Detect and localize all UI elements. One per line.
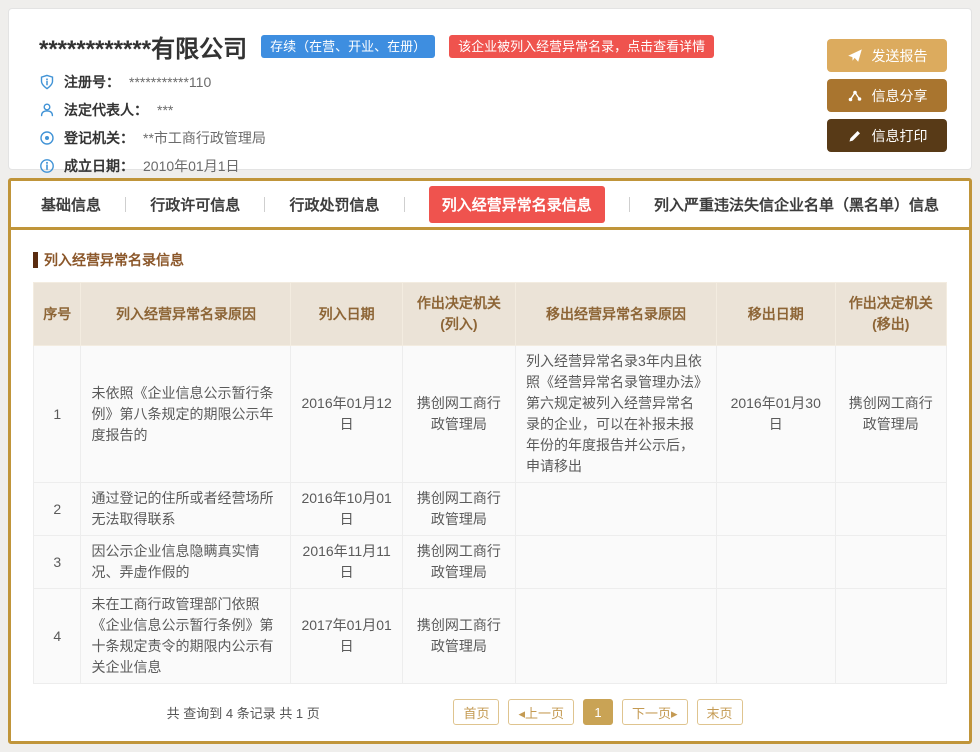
records-summary: 共 查询到 4 条记录 共 1 页 [33,703,453,722]
cell-reason-out: 列入经营异常名录3年内且依照《经营异常名录管理办法》第六规定被列入经营异常名录的… [516,346,717,483]
last-page-button[interactable]: 末页 [697,699,743,725]
field-label: 登记机关： [64,128,134,148]
status-badge: 存续（在营、开业、在册） [261,35,435,59]
field-legal-representative: 法定代表人： *** [39,100,714,120]
column-header-authority-in: 作出决定机关(列入) [402,283,515,346]
tab-separator [629,197,630,212]
section-title-text: 列入经营异常名录信息 [44,250,184,270]
section-title: 列入经营异常名录信息 [33,250,947,270]
cell-authority-in: 携创网工商行政管理局 [402,346,515,483]
tab-bar: 基础信息 行政许可信息 行政处罚信息 列入经营异常名录信息 列入严重违法失信企业… [11,181,969,230]
shield-icon [39,74,55,90]
cell-seq: 2 [34,483,81,536]
location-icon [39,130,55,146]
table-row: 4 未在工商行政管理部门依照《企业信息公示暂行条例》第十条规定责令的期限内公示有… [34,589,947,684]
field-value: *** [157,102,173,118]
cell-date-in: 2017年01月01日 [291,589,402,684]
column-header-reason-in: 列入经营异常名录原因 [81,283,291,346]
paper-plane-icon [847,48,863,64]
table-header-row: 序号 列入经营异常名录原因 列入日期 作出决定机关(列入) 移出经营异常名录原因… [34,283,947,346]
company-name: ************有限公司 [39,29,247,64]
cell-date-out [716,589,835,684]
send-report-button[interactable]: 发送报告 [827,39,947,72]
cell-authority-out: 携创网工商行政管理局 [835,346,946,483]
field-value: **市工商行政管理局 [143,128,266,148]
cell-seq: 4 [34,589,81,684]
cell-reason-in: 因公示企业信息隐瞒真实情况、弄虚作假的 [81,536,291,589]
tab-separator [125,197,126,212]
tab-content: 列入经营异常名录信息 序号 列入经营异常名录原因 列入日期 作出决定机关(列入)… [11,230,969,741]
cell-authority-out [835,536,946,589]
cell-date-out [716,483,835,536]
share-icon [847,88,863,104]
cell-seq: 1 [34,346,81,483]
cell-authority-out [835,483,946,536]
company-info: ************有限公司 存续（在营、开业、在册） 该企业被列入经营异常… [39,25,714,157]
next-page-button[interactable]: 下一页▸ [622,699,688,725]
tab-admin-license[interactable]: 行政许可信息 [150,194,240,215]
tab-blacklist[interactable]: 列入严重违法失信企业名单（黑名单）信息 [654,194,939,215]
action-label: 发送报告 [872,46,928,66]
tab-basic-info[interactable]: 基础信息 [41,194,101,215]
header-actions: 发送报告 信息分享 信息打印 [827,25,947,157]
abnormal-alert-badge[interactable]: 该企业被列入经营异常名录，点击查看详情 [449,35,714,59]
cell-authority-in: 携创网工商行政管理局 [402,483,515,536]
pager-buttons: 首页 ◂上一页 1 下一页▸ 末页 [453,699,742,725]
column-header-seq: 序号 [34,283,81,346]
tab-separator [264,197,265,212]
tab-abnormal-list[interactable]: 列入经营异常名录信息 [429,186,605,223]
person-icon [39,102,55,118]
pagination: 共 查询到 4 条记录 共 1 页 首页 ◂上一页 1 下一页▸ 末页 [33,699,947,725]
first-page-button[interactable]: 首页 [453,699,499,725]
cell-reason-out [516,536,717,589]
field-registration-number: 注册号： ***********110 [39,72,714,92]
cell-seq: 3 [34,536,81,589]
abnormal-records-table: 序号 列入经营异常名录原因 列入日期 作出决定机关(列入) 移出经营异常名录原因… [33,282,947,684]
column-header-authority-out: 作出决定机关(移出) [835,283,946,346]
action-label: 信息打印 [872,126,928,146]
field-label: 注册号： [64,72,120,92]
field-label: 成立日期： [64,156,134,176]
table-row: 3 因公示企业信息隐瞒真实情况、弄虚作假的 2016年11月11日 携创网工商行… [34,536,947,589]
main-panel: 基础信息 行政许可信息 行政处罚信息 列入经营异常名录信息 列入严重违法失信企业… [8,178,972,744]
cell-reason-out [516,483,717,536]
current-page-button[interactable]: 1 [583,699,613,725]
action-label: 信息分享 [872,86,928,106]
cell-reason-in: 未依照《企业信息公示暂行条例》第八条规定的期限公示年度报告的 [81,346,291,483]
cell-authority-out [835,589,946,684]
table-row: 2 通过登记的住所或者经营场所无法取得联系 2016年10月01日 携创网工商行… [34,483,947,536]
column-header-reason-out: 移出经营异常名录原因 [516,283,717,346]
field-value: 2010年01月1日 [143,156,240,176]
cell-reason-in: 未在工商行政管理部门依照《企业信息公示暂行条例》第十条规定责令的期限内公示有关企… [81,589,291,684]
cell-reason-in: 通过登记的住所或者经营场所无法取得联系 [81,483,291,536]
pencil-icon [847,128,863,144]
share-info-button[interactable]: 信息分享 [827,79,947,112]
field-registration-authority: 登记机关： **市工商行政管理局 [39,128,714,148]
cell-authority-in: 携创网工商行政管理局 [402,589,515,684]
print-info-button[interactable]: 信息打印 [827,119,947,152]
column-header-date-out: 移出日期 [716,283,835,346]
prev-page-button[interactable]: ◂上一页 [508,699,574,725]
cell-date-in: 2016年10月01日 [291,483,402,536]
cell-date-in: 2016年11月11日 [291,536,402,589]
tab-admin-penalty[interactable]: 行政处罚信息 [289,194,379,215]
column-header-date-in: 列入日期 [291,283,402,346]
page: ************有限公司 存续（在营、开业、在册） 该企业被列入经营异常… [0,0,980,752]
section-title-bar [33,252,38,268]
field-label: 法定代表人： [64,100,148,120]
company-header-card: ************有限公司 存续（在营、开业、在册） 该企业被列入经营异常… [8,8,972,170]
field-establish-date: 成立日期： 2010年01月1日 [39,156,714,176]
info-icon [39,158,55,174]
cell-date-out: 2016年01月30日 [716,346,835,483]
cell-date-in: 2016年01月12日 [291,346,402,483]
table-row: 1 未依照《企业信息公示暂行条例》第八条规定的期限公示年度报告的 2016年01… [34,346,947,483]
tab-separator [404,197,405,212]
cell-reason-out [516,589,717,684]
cell-date-out [716,536,835,589]
field-value: ***********110 [129,74,211,90]
cell-authority-in: 携创网工商行政管理局 [402,536,515,589]
